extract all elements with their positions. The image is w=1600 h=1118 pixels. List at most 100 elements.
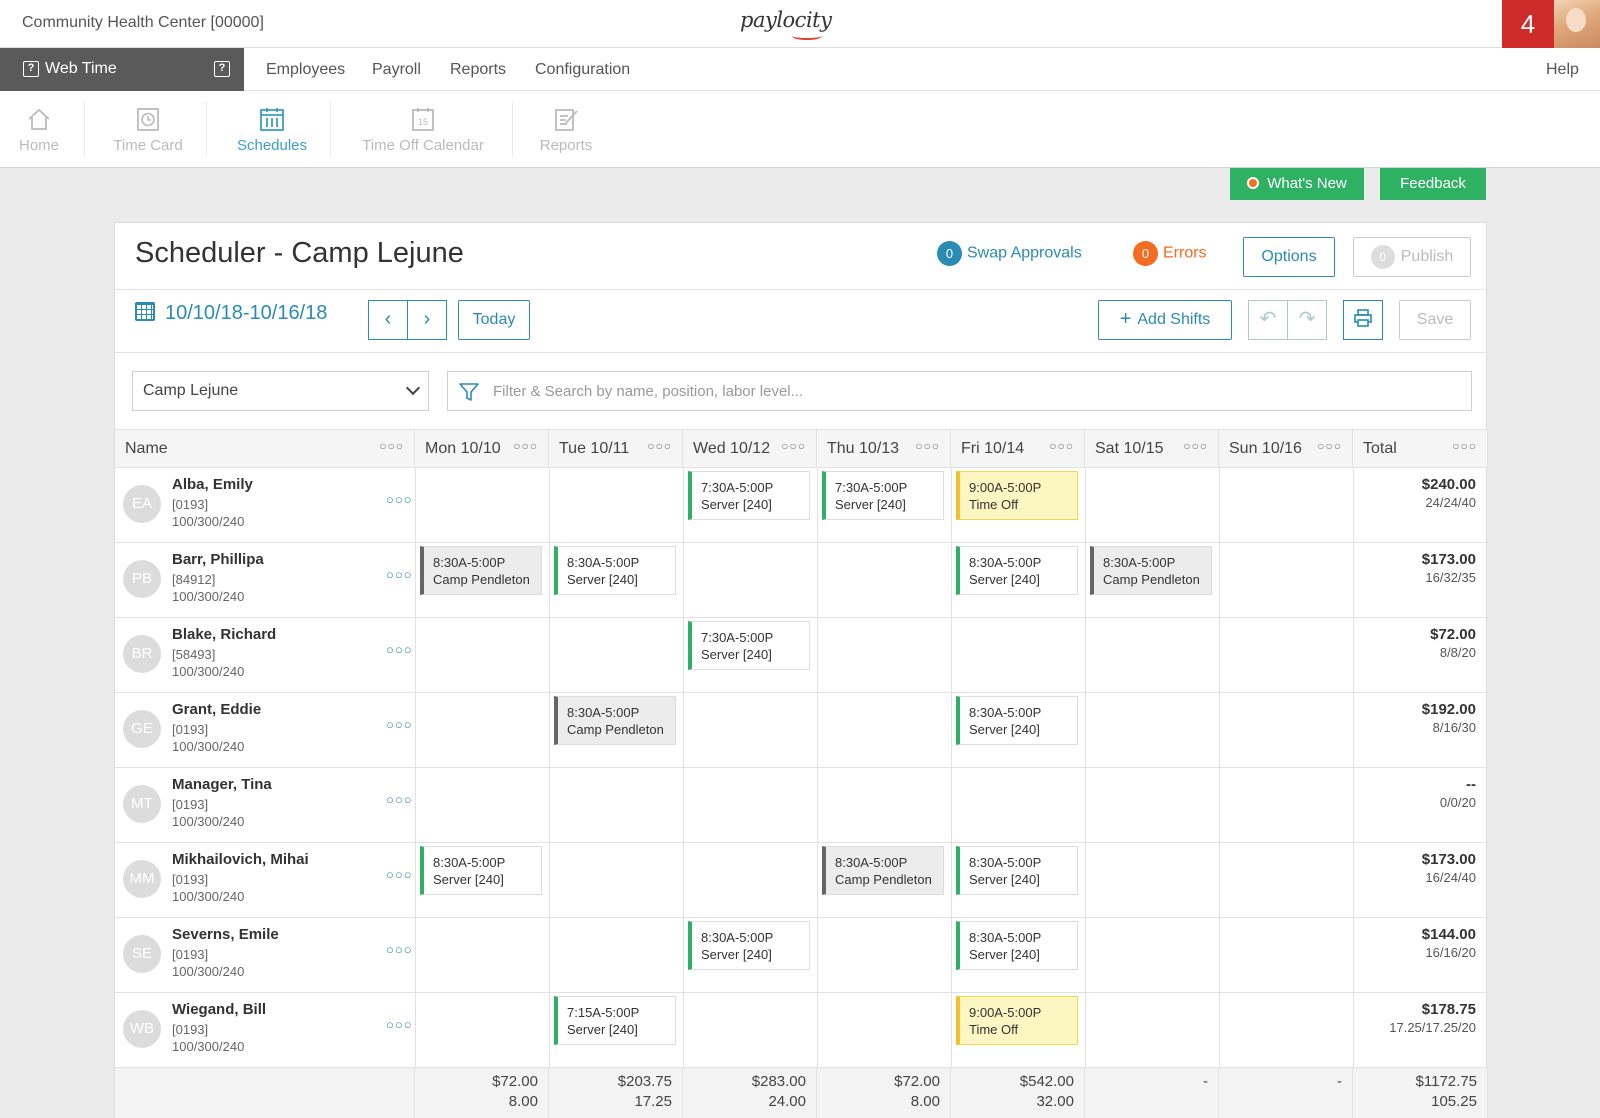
time-off-block[interactable]: 9:00A-5:00P Time Off	[956, 996, 1078, 1045]
row-options-icon[interactable]: ○○○	[386, 867, 413, 882]
employee-name[interactable]: Barr, Phillipa	[172, 551, 264, 568]
subnav-time-off-calendar[interactable]: 15 Time Off Calendar	[356, 105, 490, 154]
subnav-home[interactable]: Home	[16, 105, 62, 154]
redo-button[interactable]: ↷	[1287, 300, 1327, 340]
row-options-icon[interactable]: ○○○	[386, 492, 413, 507]
filter-icon	[459, 383, 479, 401]
shift-block[interactable]: 7:30A-5:00P Server [240]	[822, 471, 944, 520]
more-options-icon[interactable]: ○○○	[1183, 439, 1208, 453]
sub-nav: Home Time Card Schedules 15 Time Off Cal…	[0, 91, 1600, 168]
shift-block[interactable]: 8:30A-5:00P Camp Pendleton	[1090, 546, 1212, 595]
time-off-block[interactable]: 9:00A-5:00P Time Off	[956, 471, 1078, 520]
column-header-fri-10-14: Fri 10/14 ○○○	[951, 430, 1085, 468]
subnav-time-card[interactable]: Time Card	[108, 105, 188, 154]
shift-block[interactable]: 8:30A-5:00P Camp Pendleton	[822, 846, 944, 895]
shift-description: Server [240]	[433, 872, 504, 887]
more-options-icon[interactable]: ○○○	[1317, 439, 1342, 453]
row-options-icon[interactable]: ○○○	[386, 942, 413, 957]
errors-link[interactable]: 0 Errors	[1133, 241, 1207, 266]
shift-block[interactable]: 8:30A-5:00P Server [240]	[420, 846, 542, 895]
shift-time: 8:30A-5:00P	[701, 930, 774, 945]
today-button[interactable]: Today	[458, 300, 530, 340]
more-options-icon[interactable]: ○○○	[379, 439, 404, 453]
shift-block[interactable]: 8:30A-5:00P Server [240]	[688, 921, 810, 970]
shift-block[interactable]: 8:30A-5:00P Camp Pendleton	[420, 546, 542, 595]
shift-time: 8:30A-5:00P	[433, 855, 506, 870]
more-options-icon[interactable]: ○○○	[1452, 439, 1477, 453]
row-total-hours: 8/16/30	[1432, 720, 1476, 735]
add-shifts-button[interactable]: + Add Shifts	[1098, 300, 1232, 340]
row-options-icon[interactable]: ○○○	[386, 717, 413, 732]
row-options-icon[interactable]: ○○○	[386, 792, 413, 807]
shift-block[interactable]: 8:30A-5:00P Server [240]	[956, 921, 1078, 970]
nav-payroll[interactable]: Payroll	[372, 61, 421, 79]
table-row: MM Mikhailovich, Mihai [0193] 100/300/240 ○○…	[115, 843, 1488, 918]
avatar: SE	[123, 935, 161, 973]
nav-employees[interactable]: Employees	[266, 61, 345, 79]
row-options-icon[interactable]: ○○○	[386, 642, 413, 657]
shift-block[interactable]: 8:30A-5:00P Server [240]	[956, 696, 1078, 745]
employee-name[interactable]: Alba, Emily	[172, 476, 253, 493]
employee-name[interactable]: Mikhailovich, Mihai	[172, 851, 309, 868]
day-total-hours: 8.00	[910, 1093, 940, 1110]
employee-name[interactable]: Manager, Tina	[172, 776, 272, 793]
nav-reports[interactable]: Reports	[450, 61, 506, 79]
subnav-reports[interactable]: Reports	[536, 105, 596, 154]
employee-name[interactable]: Blake, Richard	[172, 626, 276, 643]
column-divider	[817, 918, 818, 993]
web-time-menu[interactable]: ? Web Time ?	[0, 48, 244, 91]
user-avatar[interactable]	[1554, 0, 1600, 48]
row-total-amount: $173.00	[1421, 551, 1476, 568]
shift-block[interactable]: 8:30A-5:00P Server [240]	[956, 546, 1078, 595]
row-options-icon[interactable]: ○○○	[386, 1017, 413, 1032]
whats-new-button[interactable]: What's New	[1230, 168, 1364, 200]
employee-name[interactable]: Grant, Eddie	[172, 701, 261, 718]
more-options-icon[interactable]: ○○○	[1049, 439, 1074, 453]
column-header-label: Total	[1363, 440, 1397, 457]
row-total-hours: 8/8/20	[1439, 645, 1476, 660]
search-input[interactable]	[493, 380, 1393, 402]
column-header-tue-10-11: Tue 10/11 ○○○	[549, 430, 683, 468]
row-options-icon[interactable]: ○○○	[386, 567, 413, 582]
date-range-picker[interactable]: 10/10/18-10/16/18	[135, 302, 327, 325]
subnav-schedules[interactable]: Schedules	[232, 105, 312, 154]
feedback-button[interactable]: Feedback	[1380, 168, 1486, 200]
column-divider	[683, 693, 684, 768]
save-button[interactable]: Save	[1399, 300, 1471, 340]
shift-block[interactable]: 7:30A-5:00P Server [240]	[688, 621, 810, 670]
next-week-button[interactable]: ›	[407, 300, 447, 340]
more-options-icon[interactable]: ○○○	[513, 439, 538, 453]
column-divider	[1219, 543, 1220, 618]
shift-time: 8:30A-5:00P	[835, 855, 908, 870]
shift-description: Server [240]	[835, 497, 906, 512]
nav-help[interactable]: Help	[1546, 61, 1579, 79]
paylocity-logo[interactable]: paylocity	[740, 8, 832, 32]
shift-block[interactable]: 7:30A-5:00P Server [240]	[688, 471, 810, 520]
shift-block[interactable]: 7:15A-5:00P Server [240]	[554, 996, 676, 1045]
more-options-icon[interactable]: ○○○	[781, 439, 806, 453]
more-options-icon[interactable]: ○○○	[915, 439, 940, 453]
employee-name[interactable]: Wiegand, Bill	[172, 1001, 266, 1018]
column-header-sun-10-16: Sun 10/16 ○○○	[1219, 430, 1353, 468]
chevron-down-icon	[405, 380, 421, 396]
notification-count[interactable]: 4	[1502, 0, 1554, 48]
shift-block[interactable]: 8:30A-5:00P Server [240]	[554, 546, 676, 595]
location-select[interactable]: Camp Lejune	[132, 371, 429, 411]
undo-button[interactable]: ↶	[1248, 300, 1288, 340]
options-button[interactable]: Options	[1243, 237, 1335, 277]
employee-name[interactable]: Severns, Emile	[172, 926, 279, 943]
app-help-icon[interactable]: ?	[214, 61, 230, 77]
swap-count-badge: 0	[937, 241, 962, 266]
calendar-icon: 15	[412, 108, 434, 131]
shift-block[interactable]: 8:30A-5:00P Camp Pendleton	[554, 696, 676, 745]
more-options-icon[interactable]: ○○○	[647, 439, 672, 453]
add-shifts-label: Add Shifts	[1137, 311, 1211, 328]
errors-count-badge: 0	[1133, 241, 1158, 266]
swap-approvals-link[interactable]: 0 Swap Approvals	[937, 241, 1082, 266]
prev-week-button[interactable]: ‹	[368, 300, 408, 340]
shift-block[interactable]: 8:30A-5:00P Server [240]	[956, 846, 1078, 895]
nav-configuration[interactable]: Configuration	[535, 61, 630, 79]
row-total-amount: $178.75	[1421, 1001, 1476, 1018]
print-button[interactable]	[1343, 300, 1383, 340]
publish-button[interactable]: 0 Publish	[1353, 237, 1471, 277]
